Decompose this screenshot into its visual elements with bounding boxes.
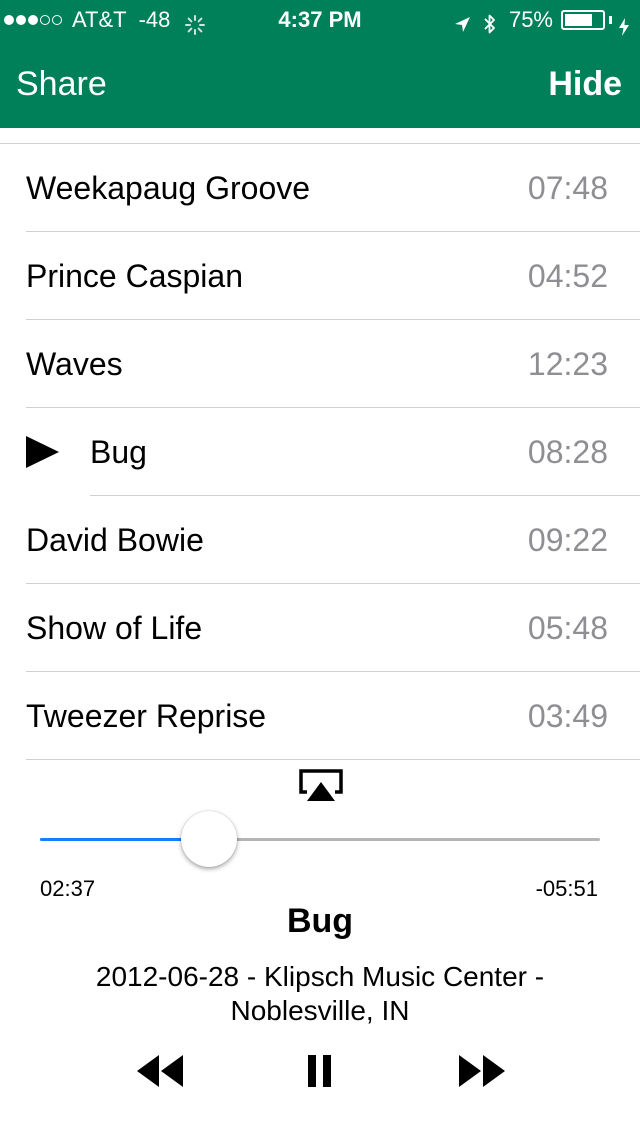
track-row[interactable]: Waves 12:23 bbox=[0, 320, 640, 408]
track-row[interactable]: David Bowie 09:22 bbox=[0, 496, 640, 584]
status-right: 75% bbox=[453, 0, 630, 40]
charging-bolt-icon bbox=[618, 10, 630, 36]
bluetooth-icon bbox=[481, 9, 499, 34]
status-left: AT&T -48 bbox=[0, 0, 206, 40]
track-title: David Bowie bbox=[26, 522, 204, 558]
hide-button[interactable]: Hide bbox=[548, 40, 622, 128]
signal-dots bbox=[4, 15, 64, 25]
track-row-now-playing[interactable]: Bug 08:28 bbox=[0, 408, 640, 496]
battery-percent: 75% bbox=[508, 7, 553, 32]
track-duration: 05:48 bbox=[527, 610, 608, 646]
track-duration: 09:22 bbox=[527, 522, 608, 558]
track-duration: 07:48 bbox=[527, 170, 608, 206]
track-duration: 04:52 bbox=[527, 258, 608, 294]
rewind-button[interactable] bbox=[130, 1050, 190, 1096]
header: AT&T -48 4:37 PM 75% Share Hide bbox=[0, 0, 640, 128]
track-title: Waves bbox=[26, 346, 123, 382]
track-row[interactable]: Show of Life 05:48 bbox=[0, 584, 640, 672]
track-title: Prince Caspian bbox=[26, 258, 243, 294]
track-duration: 08:28 bbox=[527, 434, 608, 470]
track-row[interactable]: Prince Caspian 04:52 bbox=[0, 232, 640, 320]
now-playing-show: 2012-06-28 - Klipsch Music Center - Nobl… bbox=[95, 961, 545, 1026]
fast-forward-icon bbox=[457, 1053, 507, 1094]
progress-slider[interactable] bbox=[40, 810, 600, 870]
track-row[interactable]: Tweezer Reprise 03:49 bbox=[0, 672, 640, 760]
airplay-icon[interactable] bbox=[298, 768, 344, 804]
progress-thumb[interactable] bbox=[181, 811, 237, 867]
signal-dot bbox=[4, 15, 14, 25]
status-bar: AT&T -48 4:37 PM 75% bbox=[0, 0, 640, 40]
pause-button[interactable] bbox=[296, 1050, 344, 1096]
battery-icon bbox=[561, 10, 605, 30]
forward-button[interactable] bbox=[452, 1050, 512, 1096]
now-playing-title: Bug bbox=[286, 902, 354, 940]
play-indicator-icon bbox=[26, 436, 60, 468]
track-row[interactable]: Weekapaug Groove 07:48 bbox=[0, 144, 640, 232]
time-remaining: -05:51 bbox=[535, 876, 598, 901]
signal-strength: -48 bbox=[138, 7, 171, 32]
battery-fill bbox=[565, 14, 592, 26]
track-list[interactable]: Weekapaug Groove 07:48 Prince Caspian 04… bbox=[0, 128, 640, 760]
rewind-icon bbox=[135, 1053, 185, 1094]
activity-spinner-icon bbox=[184, 9, 206, 35]
signal-dot bbox=[40, 15, 50, 25]
signal-dot bbox=[16, 15, 26, 25]
player: 02:37 -05:51 Bug 2012-06-28 - Klipsch Mu… bbox=[0, 760, 640, 1136]
pause-icon bbox=[307, 1054, 333, 1093]
location-arrow-icon bbox=[453, 9, 471, 32]
track-duration: 12:23 bbox=[527, 346, 608, 382]
signal-dot bbox=[28, 15, 38, 25]
share-button[interactable]: Share bbox=[16, 40, 107, 128]
track-title: Bug bbox=[90, 434, 147, 470]
track-title: Weekapaug Groove bbox=[26, 170, 311, 206]
signal-dot bbox=[52, 15, 62, 25]
track-title: Tweezer Reprise bbox=[26, 698, 267, 734]
carrier-name: AT&T bbox=[72, 7, 127, 32]
track-duration: 03:49 bbox=[527, 698, 608, 734]
battery-tip bbox=[609, 16, 612, 24]
nav-bar: Share Hide bbox=[0, 40, 640, 128]
playback-controls bbox=[0, 1050, 640, 1100]
time-elapsed: 02:37 bbox=[40, 876, 96, 901]
track-title: Show of Life bbox=[26, 610, 203, 646]
